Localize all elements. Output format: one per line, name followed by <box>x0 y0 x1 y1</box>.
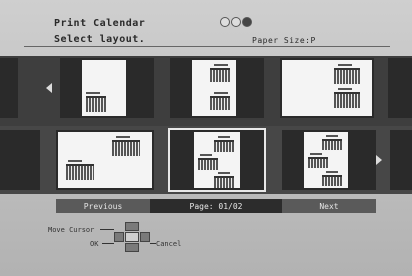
dpad-left-icon <box>114 232 124 242</box>
dpad-up-icon <box>125 222 139 231</box>
dial-circle-icon <box>242 17 252 27</box>
dpad-ok-icon <box>125 232 139 242</box>
cancel-label: Cancel <box>156 240 182 248</box>
print-calendar-screen: Print Calendar Select layout. Paper Size… <box>0 0 412 276</box>
layout-preview <box>304 132 348 188</box>
paper-size-label: Paper Size:P <box>252 36 316 45</box>
layout-preview <box>194 132 240 188</box>
layout-edge-right-row1 <box>388 58 412 118</box>
layout-option[interactable] <box>282 130 376 190</box>
layout-option-selected[interactable] <box>168 128 266 192</box>
previous-button[interactable]: Previous <box>56 199 150 213</box>
dpad-right-icon <box>140 232 150 242</box>
scroll-right-arrow-icon[interactable] <box>376 155 382 165</box>
ok-label: OK <box>90 240 99 248</box>
mode-indicator <box>220 17 252 29</box>
layout-preview <box>282 60 372 116</box>
layout-edge-left-row1 <box>0 58 18 118</box>
dpad-icon <box>114 222 150 252</box>
header-divider <box>24 46 390 47</box>
page-title: Print Calendar <box>54 18 146 29</box>
page-indicator: Page: 01/02 <box>189 201 243 211</box>
layout-preview <box>82 60 126 116</box>
layout-option[interactable] <box>280 58 374 118</box>
layout-preview <box>58 132 152 188</box>
layout-preview <box>192 60 236 116</box>
layout-option[interactable] <box>170 58 264 118</box>
instruction-text: Select layout. <box>54 34 146 45</box>
next-button[interactable]: Next <box>282 199 376 213</box>
layout-option[interactable] <box>60 58 154 118</box>
page-navigation: Previous Page: 01/02 Next <box>56 199 376 213</box>
dial-circle-icon <box>220 17 230 27</box>
layout-edge-left-row2 <box>0 130 40 190</box>
layout-option[interactable] <box>56 130 154 190</box>
dpad-down-icon <box>125 243 139 252</box>
layout-edge-right-row2 <box>390 130 412 190</box>
dial-circle-icon <box>231 17 241 27</box>
scroll-left-arrow-icon[interactable] <box>46 83 52 93</box>
move-cursor-label: Move Cursor <box>48 226 95 234</box>
